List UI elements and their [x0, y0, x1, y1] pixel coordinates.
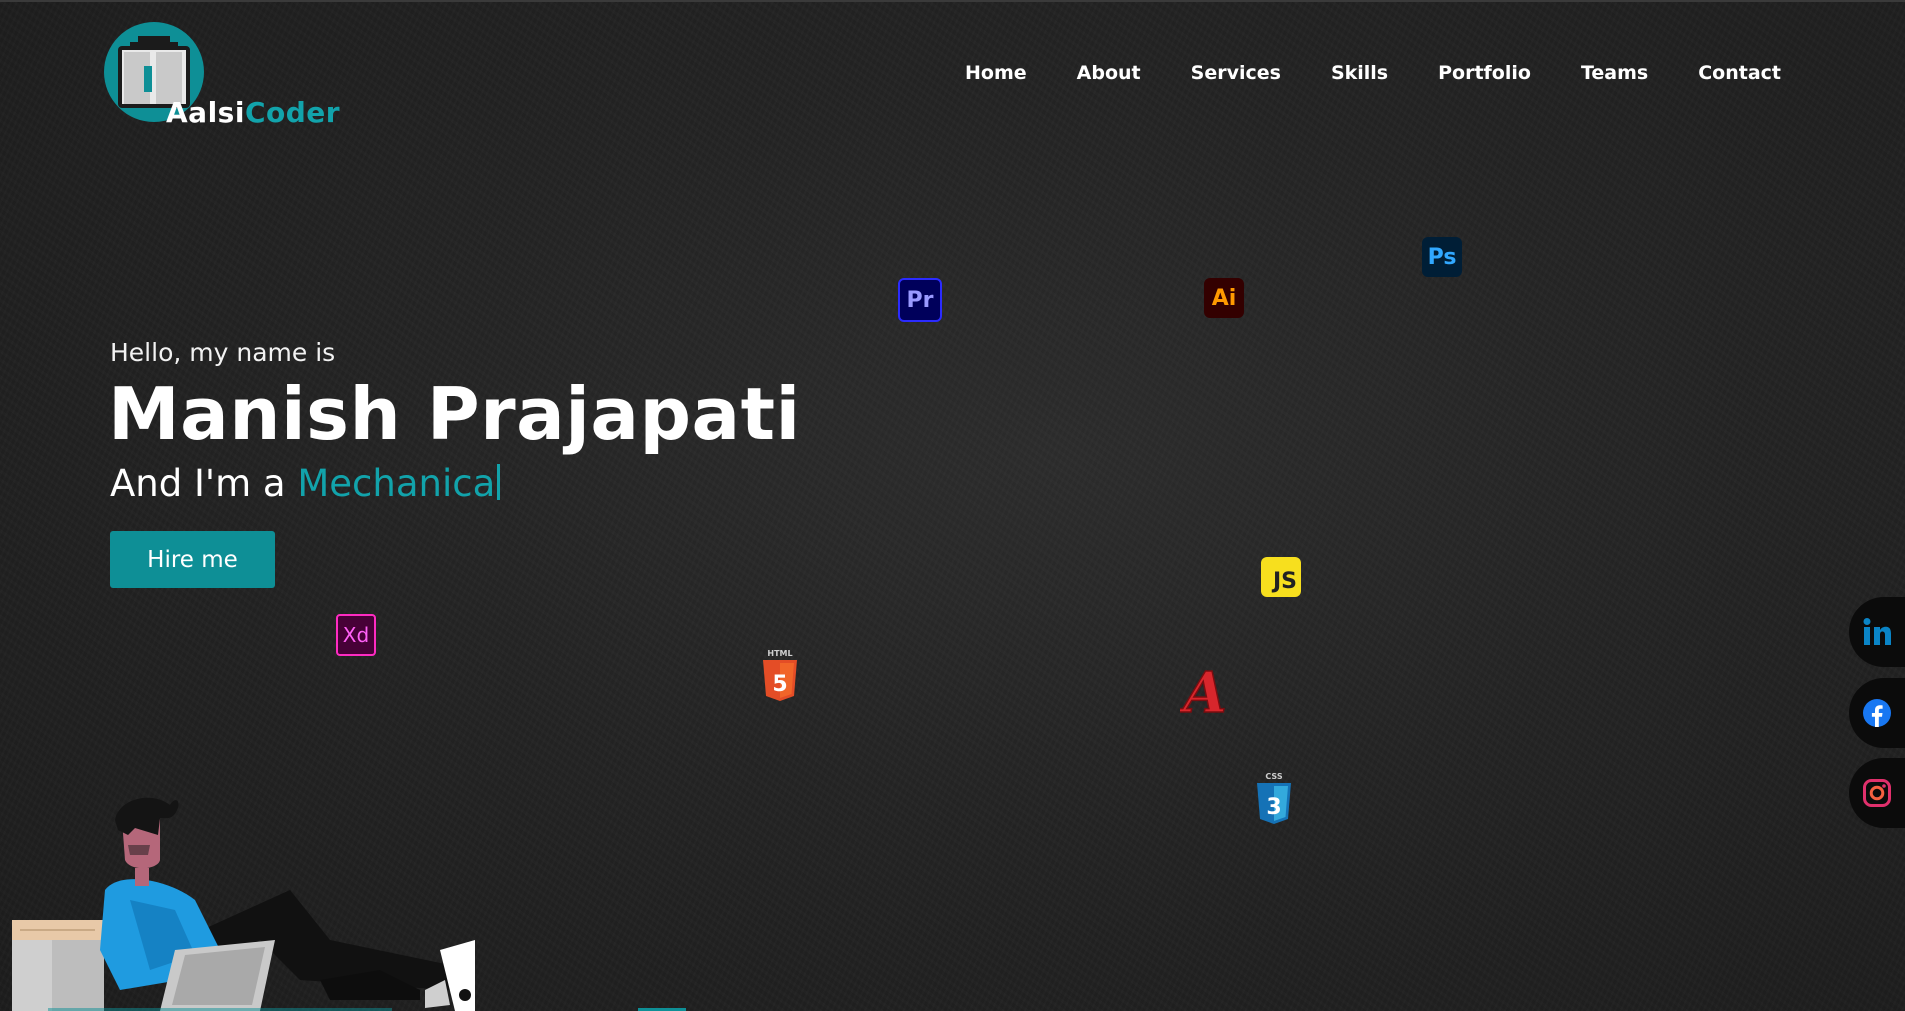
css3-glyph: 3	[1266, 795, 1281, 820]
instagram-link[interactable]	[1849, 758, 1905, 828]
role-typed-text: Mechanica	[297, 462, 496, 505]
premiere-pro-icon: Pr	[898, 278, 942, 322]
typing-caret	[497, 464, 501, 500]
nav-teams[interactable]: Teams	[1581, 62, 1648, 84]
html5-caption: HTML	[767, 649, 792, 658]
javascript-icon: JS	[1261, 557, 1301, 597]
illustrator-icon: Ai	[1204, 278, 1244, 318]
top-border	[0, 0, 1905, 2]
nav-skills[interactable]: Skills	[1331, 62, 1388, 84]
hero-role: And I'm a Mechanica	[110, 462, 501, 505]
developer-illustration	[12, 797, 475, 1011]
css3-caption: CSS	[1265, 772, 1282, 781]
html5-icon: HTML 5	[763, 649, 797, 701]
css3-icon: CSS 3	[1257, 772, 1291, 824]
nav-services[interactable]: Services	[1191, 62, 1281, 84]
logo-letter: A	[166, 96, 189, 129]
adobe-xd-icon: Xd	[336, 614, 376, 656]
facebook-icon	[1863, 699, 1891, 727]
nav-portfolio[interactable]: Portfolio	[1438, 62, 1531, 84]
logo-wordmark: AalsiCoder	[166, 96, 340, 129]
hero-greeting: Hello, my name is	[110, 338, 336, 367]
autocad-icon: A	[1180, 662, 1227, 718]
nav-home[interactable]: Home	[965, 62, 1027, 84]
facebook-link[interactable]	[1849, 678, 1905, 748]
linkedin-link[interactable]	[1849, 597, 1905, 667]
photoshop-icon: Ps	[1422, 237, 1462, 277]
hire-me-button[interactable]: Hire me	[110, 531, 275, 588]
nav-about[interactable]: About	[1077, 62, 1141, 84]
site-logo[interactable]: AalsiCoder	[104, 22, 340, 132]
nav-contact[interactable]: Contact	[1698, 62, 1781, 84]
role-prefix: And I'm a	[110, 462, 298, 505]
autocad-glyph: A	[1180, 662, 1227, 718]
linkedin-icon	[1863, 618, 1891, 645]
instagram-icon	[1863, 779, 1891, 807]
hero-name: Manish Prajapati	[108, 372, 801, 456]
logo-text-coder: Coder	[244, 96, 341, 129]
logo-text-alsi: alsi	[188, 96, 245, 129]
html5-glyph: 5	[772, 672, 787, 697]
main-nav: Home About Services Skills Portfolio Tea…	[965, 62, 1781, 84]
